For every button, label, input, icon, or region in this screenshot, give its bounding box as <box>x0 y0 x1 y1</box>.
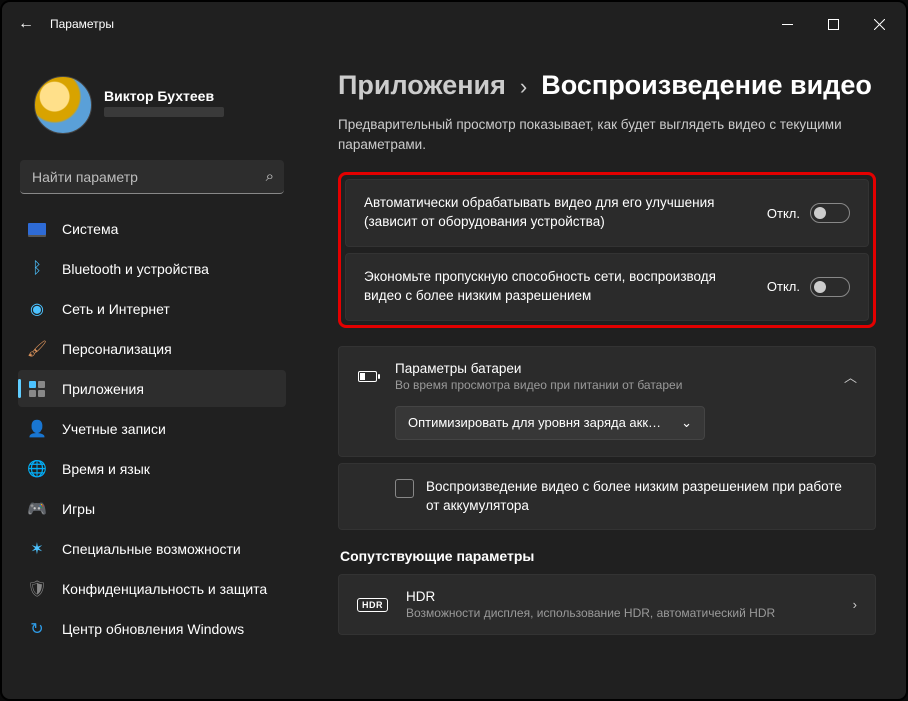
lowres-on-battery-row: Воспроизведение видео с более низким раз… <box>338 463 876 531</box>
brush-icon: 🖌 <box>28 340 46 358</box>
window-controls <box>764 8 902 40</box>
nav-apps[interactable]: Приложения <box>18 370 286 407</box>
expander-header[interactable]: Параметры батареи Во время просмотра вид… <box>339 347 875 406</box>
search-input[interactable] <box>20 160 284 194</box>
battery-optimize-select[interactable]: Оптимизировать для уровня заряда акк… ⌄ <box>395 406 705 440</box>
battery-icon <box>357 371 377 382</box>
back-button[interactable]: ← <box>6 4 46 44</box>
display-icon <box>28 220 46 238</box>
hdr-link-card[interactable]: HDR HDR Возможности дисплея, использован… <box>338 574 876 635</box>
nav-list: Система ᛒBluetooth и устройства ◉Сеть и … <box>14 210 290 647</box>
settings-window: ← Параметры Виктор Бухтеев ⌕ Система <box>2 2 906 699</box>
search-box[interactable]: ⌕ <box>20 160 284 194</box>
user-name: Виктор Бухтеев <box>104 88 224 104</box>
lowres-checkbox[interactable] <box>395 479 414 498</box>
hdr-subtitle: Возможности дисплея, использование HDR, … <box>406 606 835 620</box>
nav-update[interactable]: ↻Центр обновления Windows <box>18 610 286 647</box>
chevron-down-icon: ⌄ <box>681 415 692 431</box>
user-profile[interactable]: Виктор Бухтеев <box>14 46 290 158</box>
user-email-redacted <box>104 107 224 117</box>
checkbox-label: Воспроизведение видео с более низким раз… <box>426 478 857 516</box>
nav-privacy[interactable]: 🛡Конфиденциальность и защита <box>18 570 286 607</box>
toggle-auto-enhance[interactable] <box>810 203 850 223</box>
battery-options-expander: Параметры батареи Во время просмотра вид… <box>338 346 876 457</box>
hdr-title: HDR <box>406 589 835 604</box>
shield-icon: 🛡 <box>28 580 46 598</box>
chevron-right-icon: › <box>520 74 527 100</box>
search-icon: ⌕ <box>266 168 274 185</box>
highlighted-group: Автоматически обрабатывать видео для его… <box>338 172 876 328</box>
close-button[interactable] <box>856 8 902 40</box>
option-save-bandwidth: Экономьте пропускную способность сети, в… <box>345 253 869 321</box>
expander-title: Параметры батареи <box>395 361 826 376</box>
nav-system[interactable]: Система <box>18 210 286 247</box>
hdr-icon: HDR <box>357 598 388 612</box>
option-auto-enhance: Автоматически обрабатывать видео для его… <box>345 179 869 247</box>
gamepad-icon: 🎮 <box>28 500 46 518</box>
related-settings-heading: Сопутствующие параметры <box>340 548 876 564</box>
nav-accounts[interactable]: 👤Учетные записи <box>18 410 286 447</box>
option-label: Экономьте пропускную способность сети, в… <box>364 268 753 306</box>
select-value: Оптимизировать для уровня заряда акк… <box>408 415 661 430</box>
chevron-right-icon: › <box>853 597 857 612</box>
sidebar: Виктор Бухтеев ⌕ Система ᛒBluetooth и ус… <box>2 46 302 699</box>
apps-icon <box>28 380 46 398</box>
toggle-save-bandwidth[interactable] <box>810 277 850 297</box>
nav-time[interactable]: 🌐Время и язык <box>18 450 286 487</box>
breadcrumb-parent[interactable]: Приложения <box>338 70 506 101</box>
globe-icon: 🌐 <box>28 460 46 478</box>
chevron-up-icon: ︿ <box>844 367 857 386</box>
window-title: Параметры <box>50 17 114 31</box>
accessibility-icon: ✶ <box>28 540 46 558</box>
person-icon: 👤 <box>28 420 46 438</box>
preview-description: Предварительный просмотр показывает, как… <box>338 115 876 154</box>
page-title: Воспроизведение видео <box>541 70 872 101</box>
update-icon: ↻ <box>28 620 46 638</box>
toggle-state-text: Откл. <box>767 206 800 221</box>
minimize-button[interactable] <box>764 8 810 40</box>
avatar <box>34 76 92 134</box>
main-content: Приложения › Воспроизведение видео Предв… <box>302 46 906 699</box>
toggle-state-text: Откл. <box>767 279 800 294</box>
wifi-icon: ◉ <box>28 300 46 318</box>
breadcrumb: Приложения › Воспроизведение видео <box>338 70 876 101</box>
bluetooth-icon: ᛒ <box>28 260 46 278</box>
nav-gaming[interactable]: 🎮Игры <box>18 490 286 527</box>
nav-network[interactable]: ◉Сеть и Интернет <box>18 290 286 327</box>
titlebar: ← Параметры <box>2 2 906 46</box>
expander-subtitle: Во время просмотра видео при питании от … <box>395 378 826 392</box>
nav-personalization[interactable]: 🖌Персонализация <box>18 330 286 367</box>
option-label: Автоматически обрабатывать видео для его… <box>364 194 753 232</box>
nav-accessibility[interactable]: ✶Специальные возможности <box>18 530 286 567</box>
maximize-button[interactable] <box>810 8 856 40</box>
nav-bluetooth[interactable]: ᛒBluetooth и устройства <box>18 250 286 287</box>
